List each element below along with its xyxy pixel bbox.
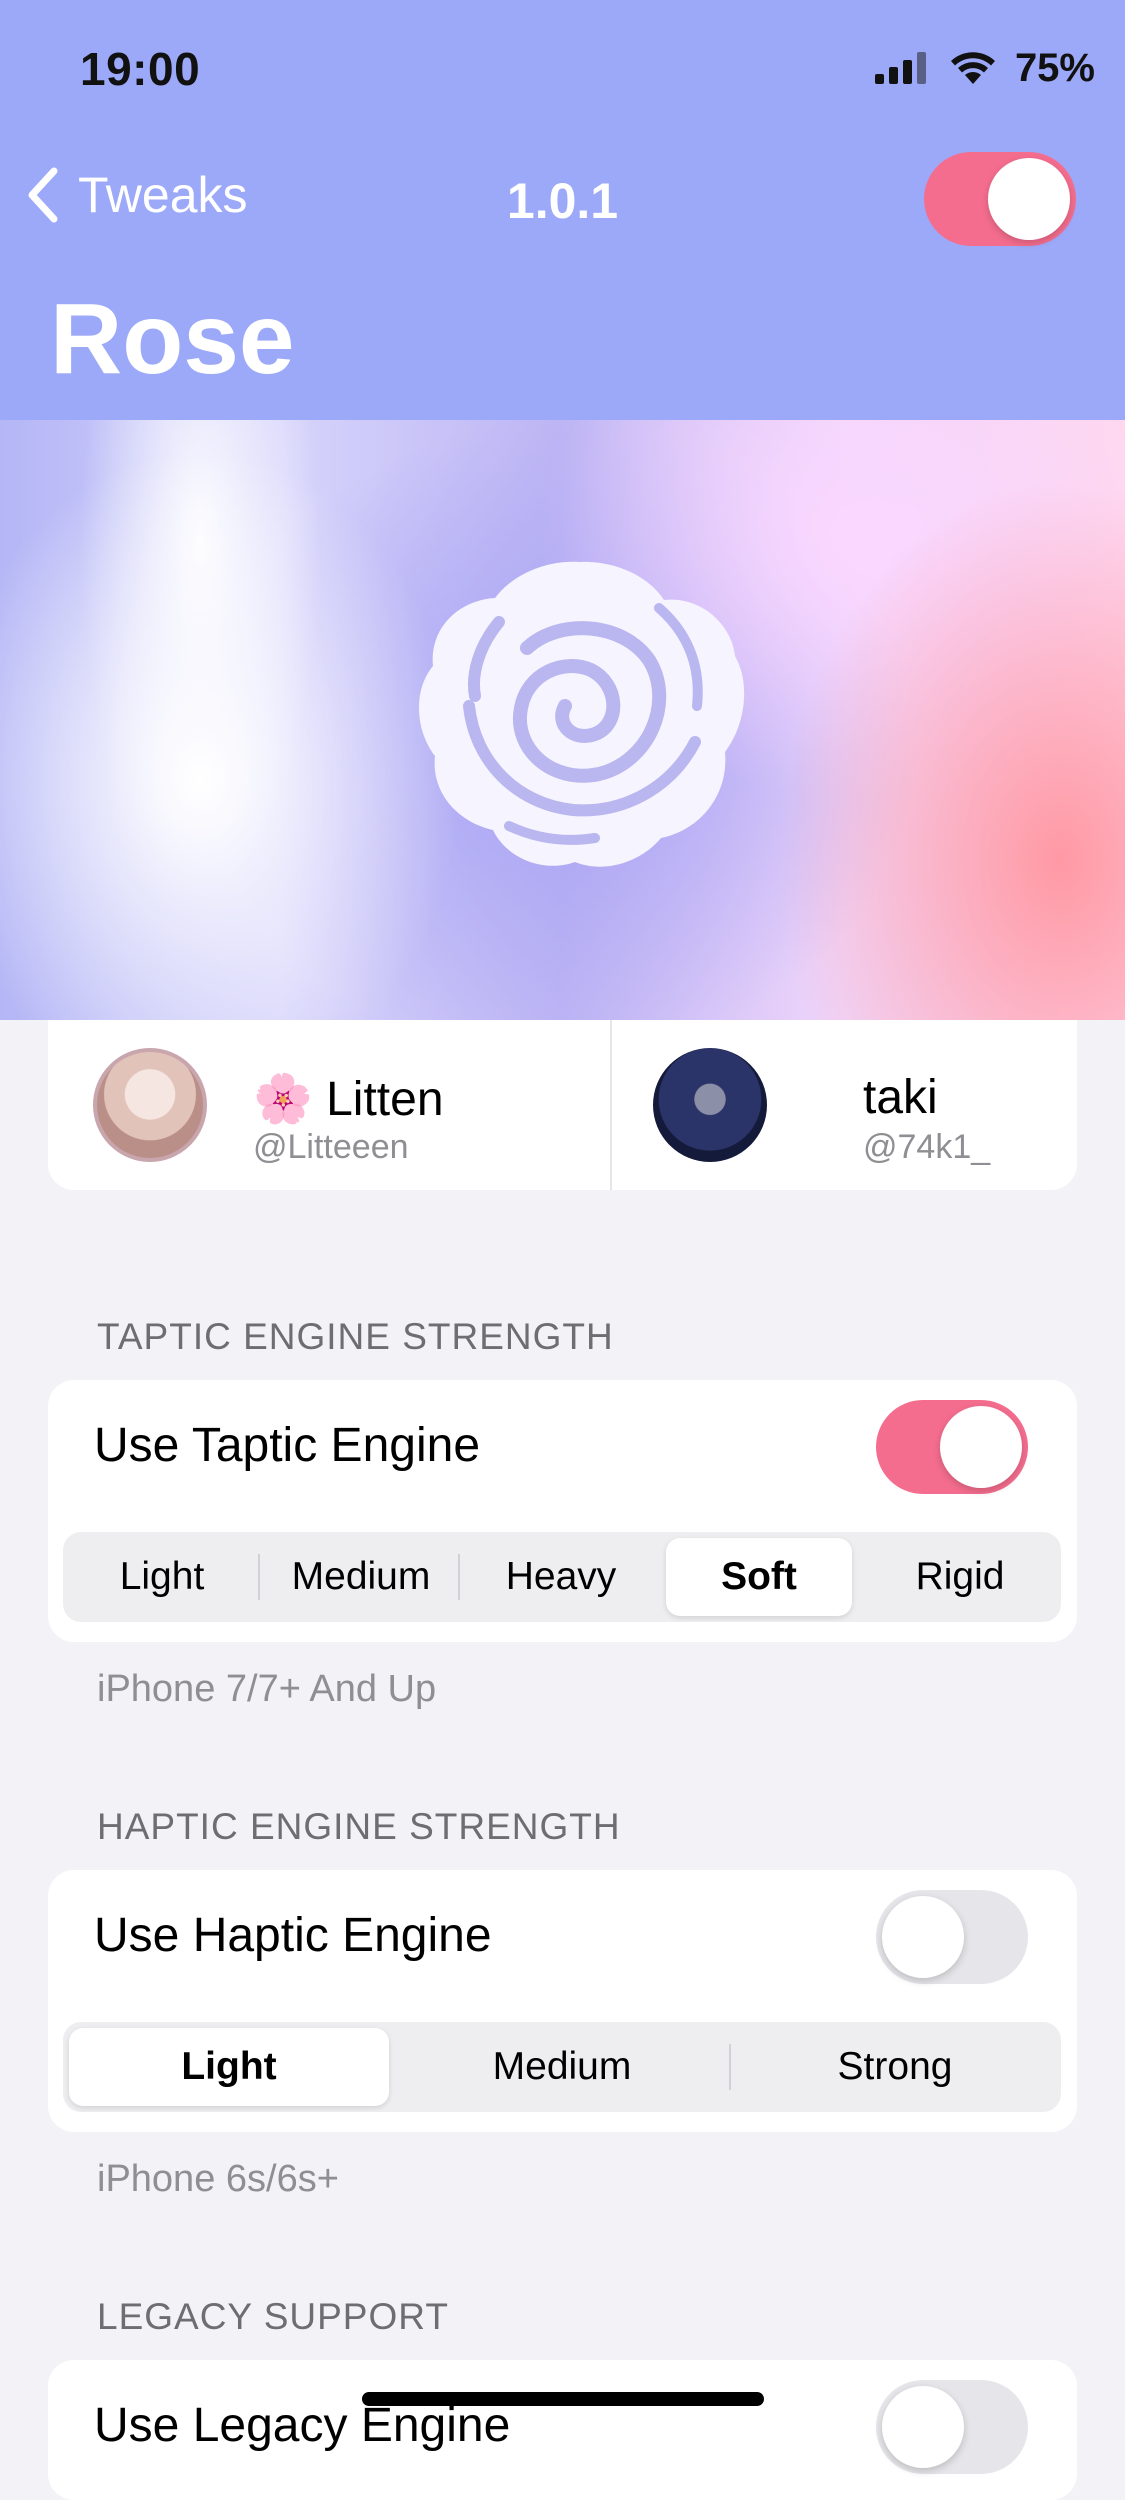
taptic-engine-toggle[interactable] (876, 1400, 1028, 1494)
taptic-card: Use Taptic Engine Light Medium Heavy Sof… (48, 1380, 1077, 1642)
segment-light[interactable]: Light (69, 1538, 255, 1616)
legacy-engine-toggle[interactable] (876, 2380, 1028, 2474)
segment-soft[interactable]: Soft (666, 1538, 852, 1616)
toggle-knob (882, 2386, 964, 2468)
legacy-card: Use Legacy Engine (48, 2360, 1077, 2500)
banner-image (0, 420, 1125, 1020)
haptic-footer: iPhone 6s/6s+ (97, 2158, 339, 2200)
battery-level: 75% (1014, 45, 1095, 90)
developer-taki[interactable]: taki @74k1_ (563, 1020, 1077, 1190)
taptic-toggle-label: Use Taptic Engine (94, 1419, 481, 1472)
segment-medium[interactable]: Medium (268, 1538, 454, 1616)
status-time: 19:00 (80, 43, 201, 95)
segment-heavy[interactable]: Heavy (468, 1538, 654, 1616)
segment-rigid[interactable]: Rigid (867, 1538, 1053, 1616)
home-indicator (362, 2392, 764, 2406)
avatar (93, 1048, 207, 1162)
section-header-taptic: TAPTIC ENGINE STRENGTH (97, 1316, 614, 1357)
segment-divider (458, 1554, 460, 1600)
status-icons: 75% (874, 44, 1095, 92)
rose-logo-icon (418, 561, 745, 867)
segment-light[interactable]: Light (69, 2028, 389, 2106)
cherry-blossom-icon: 🌸 (253, 1073, 313, 1126)
wifi-icon (950, 52, 995, 84)
legacy-toggle-label: Use Legacy Engine (94, 2399, 511, 2452)
toggle-knob (882, 1896, 964, 1978)
toggle-knob (940, 1406, 1022, 1488)
segment-divider (729, 2044, 731, 2090)
developer-handle: @Litteeen (253, 1128, 409, 1166)
header: 19:00 75% Tweaks 1.0.1 Rose (0, 0, 1125, 420)
page-title: Rose (50, 283, 295, 395)
segment-divider (258, 1554, 260, 1600)
haptic-toggle-label: Use Haptic Engine (94, 1909, 492, 1962)
segment-medium[interactable]: Medium (401, 2028, 723, 2106)
developer-name: 🌸 Litten (253, 1073, 444, 1126)
section-header-legacy: LEGACY SUPPORT (97, 2296, 449, 2337)
taptic-footer: iPhone 7/7+ And Up (97, 1668, 437, 1710)
section-header-haptic: HAPTIC ENGINE STRENGTH (97, 1806, 621, 1847)
haptic-strength-control: Light Medium Strong (63, 2022, 1061, 2112)
developer-name: taki (863, 1071, 938, 1124)
haptic-engine-toggle[interactable] (876, 1890, 1028, 1984)
developer-handle: @74k1_ (863, 1128, 991, 1166)
enable-tweak-toggle[interactable] (924, 152, 1076, 246)
developers-card: 🌸 Litten @Litteeen taki @74k1_ (48, 1020, 1077, 1190)
developer-litten[interactable]: 🌸 Litten @Litteeen (48, 1020, 562, 1190)
haptic-card: Use Haptic Engine Light Medium Strong (48, 1870, 1077, 2132)
avatar (653, 1048, 767, 1162)
cellular-signal-icon (874, 52, 926, 84)
toggle-knob (988, 158, 1070, 240)
taptic-strength-control: Light Medium Heavy Soft Rigid (63, 1532, 1061, 1622)
segment-strong[interactable]: Strong (735, 2028, 1055, 2106)
